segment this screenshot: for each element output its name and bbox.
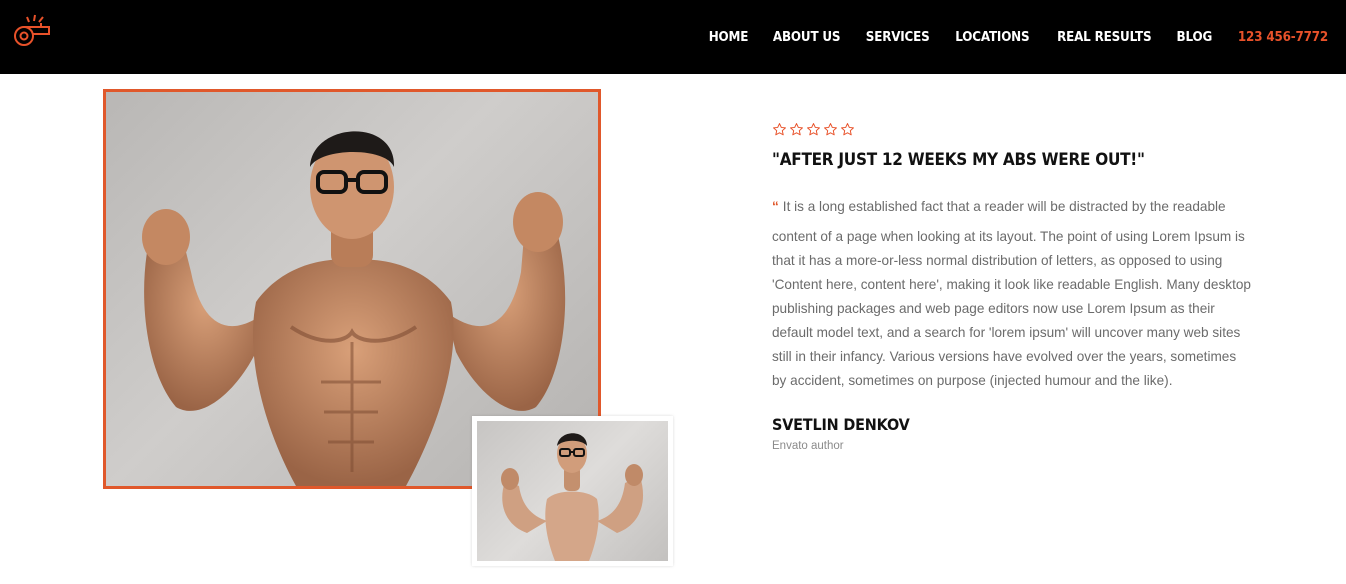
testimonial-body-first-line: “It is a long established fact that a re…	[772, 195, 1252, 219]
star-icon	[806, 122, 821, 137]
quote-mark-icon: “	[772, 199, 779, 214]
nav-locations[interactable]: LOCATIONS	[955, 30, 1029, 45]
testimonial-title: "AFTER JUST 12 WEEKS MY ABS WERE OUT!"	[772, 150, 1145, 170]
site-header: HOME ABOUT US SERVICES LOCATIONS REAL RE…	[0, 0, 1346, 74]
before-photo-image	[477, 421, 668, 561]
testimonial: "AFTER JUST 12 WEEKS MY ABS WERE OUT!" “…	[772, 120, 1252, 452]
thin-man-illustration	[501, 433, 644, 561]
star-rating	[772, 120, 1252, 138]
star-icon	[823, 122, 838, 137]
nav-services[interactable]: SERVICES	[866, 30, 930, 45]
nav-real-results[interactable]: REAL RESULTS	[1057, 30, 1152, 45]
star-icon	[789, 122, 804, 137]
nav-about-us[interactable]: ABOUT US	[772, 30, 840, 45]
star-icon	[772, 122, 787, 137]
author-name: SVETLIN DENKOV	[772, 415, 910, 434]
testimonial-body: “It is a long established fact that a re…	[772, 195, 1252, 393]
main-nav: HOME ABOUT US SERVICES LOCATIONS REAL RE…	[707, 0, 1332, 74]
before-photo	[472, 416, 673, 566]
nav-phone-link[interactable]: 123 456-7772	[1238, 30, 1328, 45]
whistle-icon[interactable]	[11, 12, 55, 50]
nav-blog[interactable]: BLOG	[1177, 30, 1213, 45]
author-role: Envato author	[772, 440, 844, 452]
testimonial-first-text: It is a long established fact that a rea…	[782, 199, 1226, 214]
star-icon	[840, 122, 855, 137]
nav-home[interactable]: HOME	[708, 30, 748, 45]
testimonial-body-text: content of a page when looking at its la…	[772, 229, 1251, 388]
